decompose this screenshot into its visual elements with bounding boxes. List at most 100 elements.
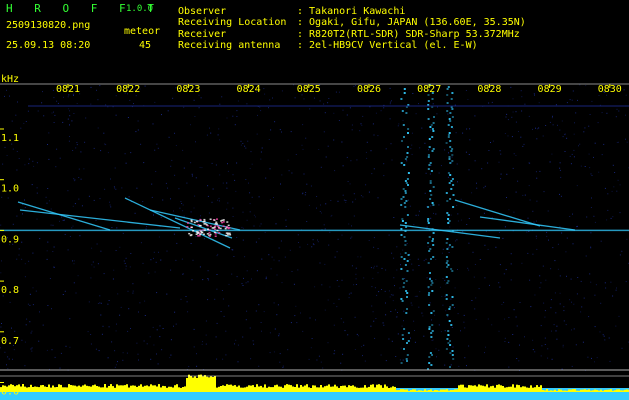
interference-dot (449, 146, 452, 148)
noise-dot (348, 293, 350, 295)
noise-dot (100, 314, 102, 316)
interference-dot (449, 306, 452, 308)
noise-dot (137, 129, 139, 131)
noise-dot (498, 282, 500, 284)
noise-dot (397, 333, 399, 335)
noise-dot (466, 128, 468, 130)
amplitude-bar (434, 389, 436, 392)
noise-dot (137, 353, 139, 355)
interference-dot (429, 180, 432, 182)
echo-head (211, 227, 214, 229)
noise-dot (429, 277, 431, 279)
echo-head (202, 233, 205, 235)
amplitude-bar (378, 384, 380, 392)
noise-dot (249, 168, 251, 169)
interference-dot (402, 338, 405, 340)
amplitude-bar (554, 389, 556, 392)
noise-dot (419, 291, 421, 293)
noise-dot (541, 345, 543, 347)
location-value: : Ogaki, Gifu, JAPAN (136.60E, 35.35N) (297, 17, 526, 28)
noise-dot (626, 238, 628, 240)
amplitude-bar (322, 387, 324, 392)
noise-dot (127, 290, 129, 292)
echo-head (209, 225, 212, 228)
amplitude-bar (272, 387, 274, 392)
noise-dot (429, 173, 431, 175)
noise-dot (69, 124, 70, 126)
amplitude-bar (204, 375, 206, 392)
noise-dot (46, 250, 48, 252)
freq-tick-label: 1.1 (1, 133, 19, 144)
amplitude-bar (518, 385, 520, 392)
noise-dot (170, 339, 172, 341)
noise-dot (346, 114, 348, 116)
amplitude-bar (564, 390, 566, 392)
interference-dot (427, 294, 430, 296)
amplitude-bar (512, 384, 514, 392)
noise-dot (95, 348, 97, 350)
noise-dot (278, 335, 280, 337)
noise-dot (304, 194, 306, 196)
noise-dot (166, 250, 168, 252)
noise-dot (201, 167, 203, 169)
noise-dot (107, 152, 109, 154)
noise-dot (563, 320, 565, 322)
noise-dot (125, 265, 127, 267)
noise-dot (1, 323, 2, 324)
noise-dot (516, 358, 518, 359)
echo-head (202, 221, 205, 223)
noise-dot (319, 211, 321, 212)
amplitude-bar (366, 387, 368, 392)
noise-dot (421, 312, 423, 314)
noise-dot (373, 237, 375, 239)
noise-dot (135, 131, 137, 133)
noise-dot (456, 239, 458, 241)
noise-dot (508, 317, 510, 318)
noise-dot (522, 194, 524, 196)
noise-dot (590, 281, 592, 283)
interference-dot (402, 124, 405, 126)
file-name: 2509130820.png (6, 20, 91, 31)
noise-dot (46, 258, 48, 260)
noise-dot (101, 333, 103, 335)
noise-dot (132, 283, 134, 285)
noise-dot (458, 365, 460, 367)
time-tick-label: 0828 (477, 84, 501, 95)
amplitude-bar (246, 386, 248, 392)
noise-dot (510, 86, 512, 88)
noise-dot (285, 225, 287, 227)
noise-dot (130, 253, 132, 254)
echo-head (229, 234, 232, 236)
noise-dot (432, 103, 434, 105)
noise-dot (228, 283, 230, 285)
noise-dot (374, 337, 376, 339)
interference-dot (452, 358, 455, 360)
noise-dot (341, 279, 343, 281)
noise-dot (538, 127, 540, 129)
noise-dot (442, 277, 444, 279)
noise-dot (232, 249, 234, 251)
amplitude-bar (500, 385, 502, 392)
interference-dot (449, 352, 452, 354)
noise-dot (279, 353, 281, 355)
noise-dot (103, 273, 105, 275)
noise-dot (336, 280, 338, 281)
noise-dot (365, 151, 367, 153)
noise-dot (7, 197, 9, 199)
interference-dot (429, 162, 432, 164)
noise-dot (352, 201, 354, 203)
interference-dot (402, 196, 405, 198)
noise-dot (478, 288, 480, 290)
noise-dot (282, 367, 284, 368)
noise-dot (260, 322, 262, 323)
interference-dot (448, 132, 451, 134)
amplitude-bar (368, 386, 370, 392)
noise-dot (565, 324, 567, 326)
noise-dot (83, 168, 85, 170)
noise-dot (260, 110, 262, 112)
interference-dot (449, 120, 452, 122)
noise-dot (31, 350, 33, 352)
noise-dot (120, 306, 122, 308)
noise-dot (190, 211, 192, 213)
amplitude-bar (626, 389, 628, 392)
